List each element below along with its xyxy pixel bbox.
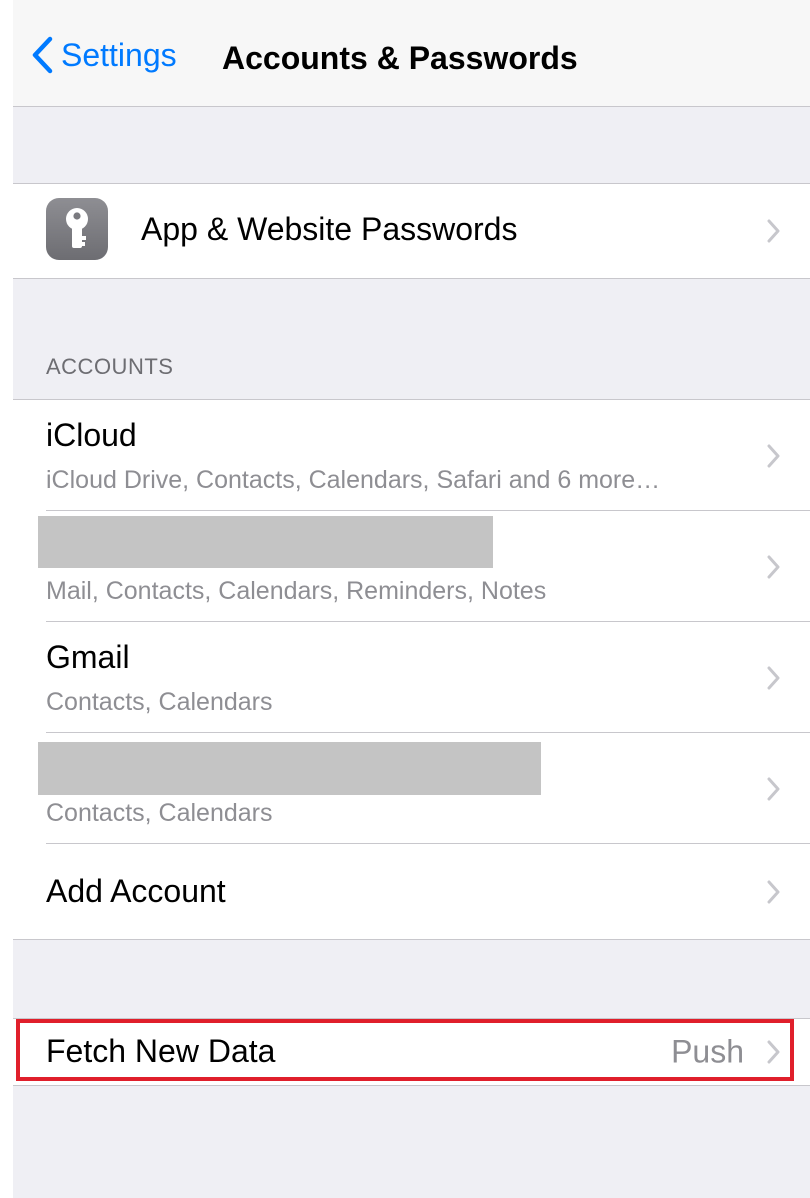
account-title: iCloud — [46, 417, 137, 453]
account-subtitle: Contacts, Calendars — [46, 799, 273, 827]
app-website-passwords-label: App & Website Passwords — [141, 211, 518, 247]
redacted-account-name — [38, 516, 493, 568]
account-row-redacted-mail[interactable]: Mail, Contacts, Calendars, Reminders, No… — [13, 511, 810, 622]
account-row-gmail[interactable]: Gmail Contacts, Calendars — [13, 622, 810, 733]
fetch-value: Push — [671, 1033, 744, 1070]
add-account-label: Add Account — [46, 873, 226, 909]
account-row-icloud[interactable]: iCloud iCloud Drive, Contacts, Calendars… — [13, 400, 810, 511]
chevron-left-icon — [32, 36, 53, 74]
chevron-right-icon — [767, 444, 780, 467]
account-row-redacted-contacts[interactable]: Contacts, Calendars — [13, 733, 810, 844]
add-account-row[interactable]: Add Account — [13, 844, 810, 939]
back-label: Settings — [61, 36, 177, 73]
account-subtitle: Contacts, Calendars — [46, 688, 273, 716]
chevron-right-icon — [767, 880, 780, 903]
passwords-group: App & Website Passwords — [13, 183, 810, 279]
fetch-new-data-label: Fetch New Data — [46, 1033, 276, 1069]
app-website-passwords-row[interactable]: App & Website Passwords — [13, 184, 810, 278]
redacted-account-name — [38, 742, 541, 795]
settings-screen: Settings Accounts & Passwords App & Webs… — [13, 0, 810, 1198]
accounts-section-header: ACCOUNTS — [46, 354, 174, 379]
accounts-group: iCloud iCloud Drive, Contacts, Calendars… — [13, 399, 810, 940]
account-subtitle: iCloud Drive, Contacts, Calendars, Safar… — [46, 466, 661, 494]
chevron-right-icon — [767, 666, 780, 689]
chevron-right-icon — [767, 219, 780, 243]
back-button[interactable]: Settings — [31, 36, 177, 74]
fetch-new-data-row[interactable]: Fetch New Data Push — [13, 1019, 810, 1085]
fetch-group: Fetch New Data Push — [13, 1018, 810, 1086]
page-title: Accounts & Passwords — [222, 40, 578, 76]
chevron-right-icon — [767, 777, 780, 800]
chevron-right-icon — [767, 555, 780, 578]
account-subtitle: Mail, Contacts, Calendars, Reminders, No… — [46, 577, 547, 605]
key-icon — [46, 198, 108, 260]
navigation-bar: Settings Accounts & Passwords — [13, 0, 810, 107]
account-title: Gmail — [46, 639, 130, 675]
chevron-right-icon — [767, 1040, 780, 1064]
